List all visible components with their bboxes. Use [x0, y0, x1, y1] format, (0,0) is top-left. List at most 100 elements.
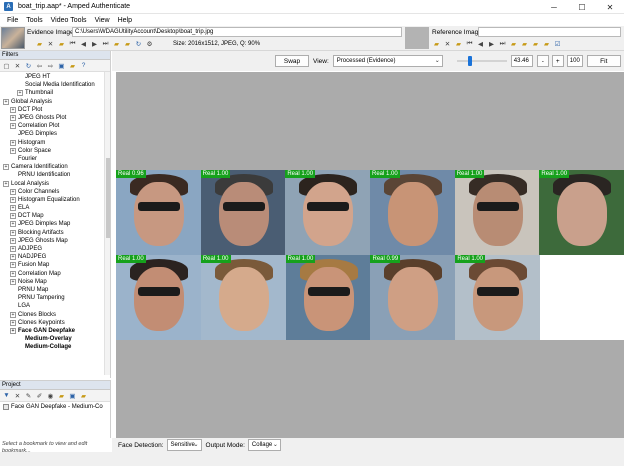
zoom-in-button[interactable]: + — [551, 55, 564, 67]
tree-scrollbar-thumb[interactable] — [106, 158, 110, 238]
expand-icon[interactable]: + — [10, 254, 16, 261]
ref-folder-alt-icon[interactable]: ▰ — [531, 40, 540, 48]
image-canvas[interactable]: Real 0.96 Real 1.00 Real 1.00 Real 1.00 Real… — [116, 72, 624, 438]
tree-item[interactable]: + JPEG Ghosts Map — [0, 237, 110, 245]
face-crop[interactable]: Real 1.00 — [200, 170, 286, 255]
circle-icon[interactable]: ◉ — [46, 392, 55, 400]
browse-icon[interactable]: ▰ — [112, 40, 121, 48]
settings-icon[interactable]: ⚙ — [145, 40, 154, 48]
expand-icon[interactable]: + — [10, 196, 16, 203]
face-crop[interactable]: Real 0.96 — [116, 170, 201, 255]
bookmark-checkbox[interactable] — [3, 403, 9, 410]
tree-item[interactable]: + Camera Identification — [0, 163, 110, 171]
tree-scrollbar[interactable] — [104, 72, 110, 375]
zoom-100-button[interactable]: 100 — [566, 55, 583, 67]
tree-item[interactable]: + Histogram — [0, 139, 110, 147]
menu-video-tools[interactable]: Video Tools — [47, 17, 91, 24]
ref-open-folder-icon[interactable]: ▰ — [432, 40, 441, 48]
expand-icon[interactable]: + — [10, 139, 16, 146]
face-crop[interactable]: Real 1.00 — [370, 170, 455, 255]
expand-icon[interactable]: + — [10, 278, 16, 285]
menu-view[interactable]: View — [91, 17, 114, 24]
zoom-out-button[interactable]: - — [536, 55, 549, 67]
close-icon[interactable]: ✕ — [596, 0, 624, 14]
ref-folder-icon[interactable]: ▰ — [454, 40, 463, 48]
remove-icon[interactable]: ✕ — [46, 40, 55, 48]
tree-item[interactable]: + Clones Blocks — [0, 310, 110, 318]
face-crop[interactable]: Real 1.00 — [539, 170, 624, 255]
first-icon[interactable]: ⏮ — [68, 40, 77, 48]
face-crop[interactable]: Real 1.00 — [116, 255, 201, 340]
ref-first-icon[interactable]: ⏮ — [465, 40, 474, 48]
face-crop[interactable]: Real 1.00 — [285, 170, 371, 255]
maximize-icon[interactable]: ☐ — [568, 0, 596, 14]
tree-item[interactable]: + Fusion Map — [0, 261, 110, 269]
ref-copy-icon[interactable]: ▰ — [542, 40, 551, 48]
tree-item[interactable]: + Histogram Equalization — [0, 196, 110, 204]
reload-icon[interactable]: ↻ — [134, 40, 143, 48]
expand-icon[interactable]: + — [10, 123, 16, 130]
tree-item[interactable]: + Color Channels — [0, 188, 110, 196]
tree-item[interactable]: + Correlation Map — [0, 270, 110, 278]
expand-icon[interactable]: + — [10, 311, 16, 318]
tree-item[interactable]: + DCT Map — [0, 212, 110, 220]
refresh-icon[interactable]: ↻ — [24, 62, 33, 70]
menu-tools[interactable]: Tools — [22, 17, 46, 24]
back-icon[interactable]: ⇦ — [35, 62, 44, 70]
next-icon[interactable]: ▶ — [90, 40, 99, 48]
ref-last-icon[interactable]: ⏭ — [498, 40, 507, 48]
expand-icon[interactable]: + — [10, 270, 16, 277]
help-icon[interactable]: ? — [79, 62, 88, 70]
menu-help[interactable]: Help — [114, 17, 136, 24]
tree-item[interactable]: + ADJPEG — [0, 245, 110, 253]
new-icon[interactable]: ▢ — [2, 62, 11, 70]
swap-button[interactable]: Swap — [275, 55, 309, 67]
forward-icon[interactable]: ⇨ — [46, 62, 55, 70]
tree-item[interactable]: + DCT Plot — [0, 106, 110, 114]
tree-item[interactable]: + Blocking Artifacts — [0, 229, 110, 237]
folder-icon[interactable]: ▰ — [57, 40, 66, 48]
face-crop[interactable]: Real 1.00 — [200, 255, 286, 340]
face-crop[interactable]: Real 1.00 — [455, 255, 541, 340]
pen-icon[interactable]: ✐ — [35, 392, 44, 400]
tree-item[interactable]: Medium-Overlay — [0, 335, 110, 343]
expand-icon[interactable]: + — [3, 164, 9, 171]
expand-icon[interactable]: + — [10, 221, 16, 228]
proj-save-icon[interactable]: ▣ — [68, 392, 77, 400]
tree-item[interactable]: Social Media Identification — [0, 81, 110, 89]
zoom-slider[interactable] — [456, 56, 507, 66]
tree-item[interactable]: + Global Analysis — [0, 98, 110, 106]
output-mode-select[interactable]: Collage ⌄ — [247, 439, 281, 451]
ref-remove-icon[interactable]: ✕ — [443, 40, 452, 48]
expand-icon[interactable]: + — [10, 237, 16, 244]
tree-item[interactable]: + Correlation Plot — [0, 122, 110, 130]
project-bookmark-item[interactable]: Face GAN Deepfake - Medium-Co — [0, 402, 110, 411]
filter-folder-icon[interactable]: ▰ — [68, 62, 77, 70]
minimize-icon[interactable]: ─ — [540, 0, 568, 14]
tree-item[interactable]: PRNU Map — [0, 286, 110, 294]
edit-icon[interactable]: ✎ — [24, 392, 33, 400]
delete-icon[interactable]: ✕ — [13, 62, 22, 70]
expand-icon[interactable]: + — [10, 115, 16, 122]
tree-item[interactable]: + NADJPEG — [0, 253, 110, 261]
tree-item[interactable]: + ELA — [0, 204, 110, 212]
expand-icon[interactable]: + — [3, 98, 9, 105]
expand-icon[interactable]: + — [10, 213, 16, 220]
tree-item[interactable]: + Face GAN Deepfake — [0, 327, 110, 335]
expand-icon[interactable]: + — [10, 229, 16, 236]
expand-icon[interactable]: + — [10, 327, 16, 334]
tree-item[interactable]: + Thumbnail — [0, 89, 110, 97]
tree-item[interactable]: + Noise Map — [0, 278, 110, 286]
open-folder-icon[interactable]: ▰ — [35, 40, 44, 48]
face-crop[interactable]: Real 0.99 — [370, 255, 456, 340]
tree-item[interactable]: JPEG HT — [0, 73, 110, 81]
expand-icon[interactable]: + — [10, 188, 16, 195]
expand-icon[interactable]: + — [10, 106, 16, 113]
tree-item[interactable]: + Local Analysis — [0, 179, 110, 187]
ref-next-icon[interactable]: ▶ — [487, 40, 496, 48]
reference-thumbnail[interactable] — [405, 27, 429, 49]
ref-browse-icon[interactable]: ▰ — [509, 40, 518, 48]
last-icon[interactable]: ⏭ — [101, 40, 110, 48]
expand-icon[interactable]: + — [10, 262, 16, 269]
tree-item[interactable]: PRNU Identification — [0, 171, 110, 179]
